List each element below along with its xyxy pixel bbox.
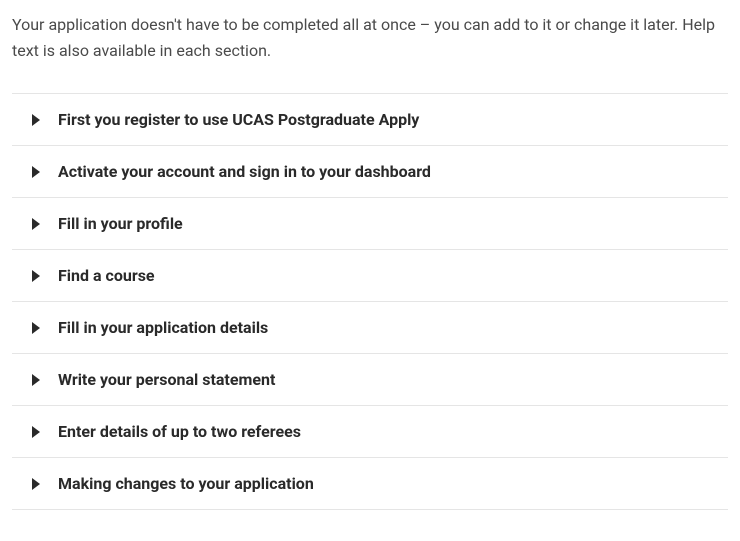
chevron-right-icon — [32, 374, 40, 386]
accordion-title: Fill in your application details — [58, 318, 268, 337]
accordion-list: First you register to use UCAS Postgradu… — [12, 93, 728, 510]
accordion-title: Activate your account and sign in to you… — [58, 162, 431, 181]
accordion-item: Find a course — [12, 249, 728, 301]
accordion-item: Making changes to your application — [12, 457, 728, 510]
chevron-right-icon — [32, 322, 40, 334]
accordion-title: Find a course — [58, 266, 155, 285]
accordion-title: Fill in your profile — [58, 214, 183, 233]
accordion-item: Activate your account and sign in to you… — [12, 145, 728, 197]
chevron-right-icon — [32, 270, 40, 282]
chevron-right-icon — [32, 114, 40, 126]
accordion-item: Fill in your profile — [12, 197, 728, 249]
accordion-title: Enter details of up to two referees — [58, 422, 301, 441]
accordion-item: First you register to use UCAS Postgradu… — [12, 93, 728, 145]
accordion-header-referees[interactable]: Enter details of up to two referees — [12, 406, 728, 457]
accordion-header-find-course[interactable]: Find a course — [12, 250, 728, 301]
accordion-item: Enter details of up to two referees — [12, 405, 728, 457]
chevron-right-icon — [32, 478, 40, 490]
intro-paragraph: Your application doesn't have to be comp… — [12, 12, 728, 63]
accordion-header-register[interactable]: First you register to use UCAS Postgradu… — [12, 94, 728, 145]
accordion-header-personal-statement[interactable]: Write your personal statement — [12, 354, 728, 405]
chevron-right-icon — [32, 218, 40, 230]
accordion-header-activate[interactable]: Activate your account and sign in to you… — [12, 146, 728, 197]
accordion-header-application-details[interactable]: Fill in your application details — [12, 302, 728, 353]
accordion-title: Making changes to your application — [58, 474, 314, 493]
chevron-right-icon — [32, 426, 40, 438]
accordion-title: First you register to use UCAS Postgradu… — [58, 110, 419, 129]
accordion-header-profile[interactable]: Fill in your profile — [12, 198, 728, 249]
chevron-right-icon — [32, 166, 40, 178]
accordion-item: Fill in your application details — [12, 301, 728, 353]
accordion-item: Write your personal statement — [12, 353, 728, 405]
accordion-header-making-changes[interactable]: Making changes to your application — [12, 458, 728, 509]
accordion-title: Write your personal statement — [58, 370, 275, 389]
